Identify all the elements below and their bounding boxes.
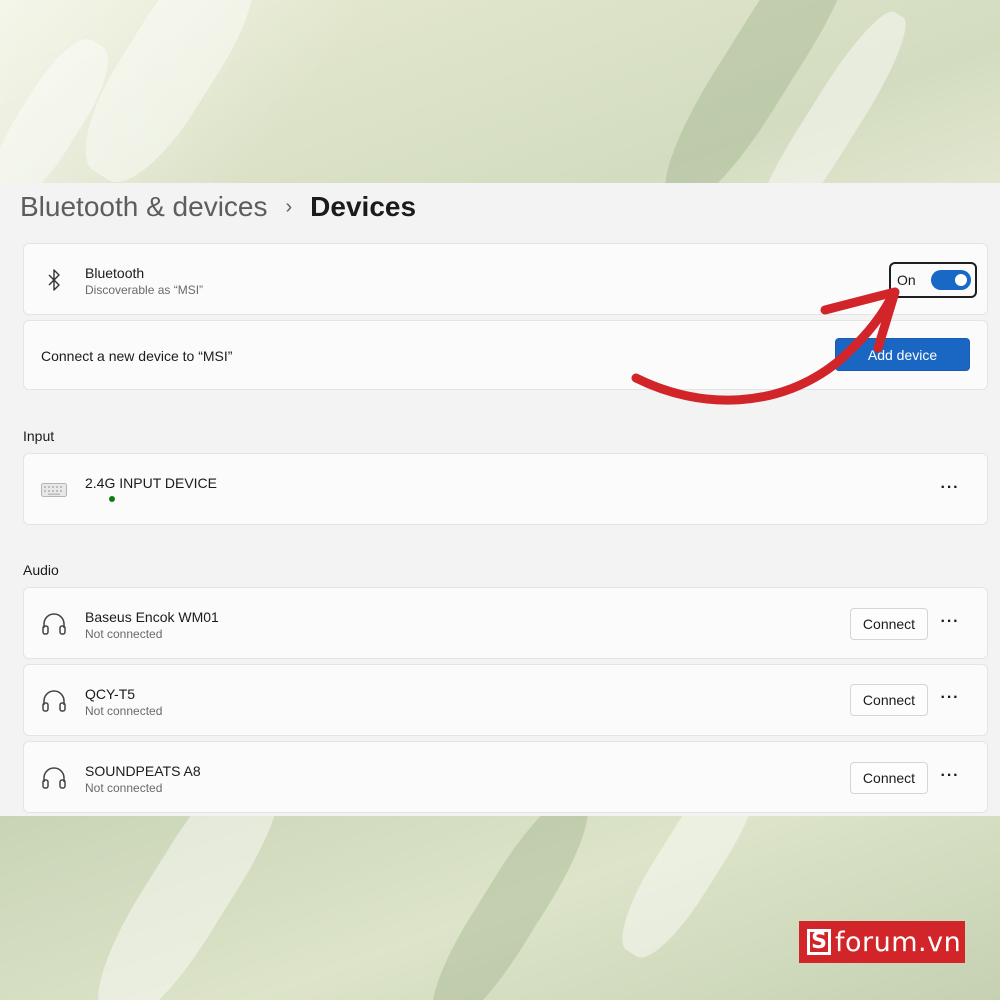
sforum-logo: S forum.vn: [799, 921, 965, 963]
connect-button[interactable]: Connect: [850, 684, 928, 716]
bluetooth-title: Bluetooth: [85, 265, 145, 281]
more-options-button[interactable]: ···: [938, 478, 962, 502]
bluetooth-icon: [40, 266, 68, 294]
keyboard-icon: [40, 476, 68, 504]
connect-button[interactable]: Connect: [850, 608, 928, 640]
connected-status-dot: [109, 496, 115, 502]
more-options-button[interactable]: ···: [938, 612, 962, 636]
audio-section-heading: Audio: [23, 562, 59, 578]
breadcrumb: Bluetooth & devices › Devices: [20, 190, 416, 224]
bluetooth-toggle[interactable]: On: [889, 262, 977, 298]
logo-letter: S: [807, 929, 831, 955]
connect-button[interactable]: Connect: [850, 762, 928, 794]
chevron-right-icon: ›: [285, 195, 293, 218]
device-row-audio[interactable]: Baseus Encok WM01 Not connected: [23, 587, 988, 659]
input-section-heading: Input: [23, 428, 55, 444]
more-options-button[interactable]: ···: [938, 688, 962, 712]
toggle-switch[interactable]: [931, 270, 971, 290]
device-row-audio[interactable]: SOUNDPEATS A8 Not connected: [23, 741, 988, 813]
page-title: Devices: [310, 191, 417, 222]
headphones-icon: [40, 764, 68, 792]
headphones-icon: [40, 687, 68, 715]
device-row-input[interactable]: 2.4G INPUT DEVICE ···: [23, 453, 988, 525]
headphones-icon: [40, 610, 68, 638]
more-options-button[interactable]: ···: [938, 766, 962, 790]
add-device-button[interactable]: Add device: [835, 338, 970, 371]
toggle-knob: [955, 274, 967, 286]
connect-new-device-label: Connect a new device to “MSI”: [41, 348, 233, 364]
toggle-state-label: On: [897, 272, 916, 288]
breadcrumb-parent[interactable]: Bluetooth & devices: [20, 191, 268, 223]
device-status: Not connected: [85, 704, 163, 718]
device-row-audio[interactable]: QCY-T5 Not connected: [23, 664, 988, 736]
device-status: Not connected: [85, 781, 163, 795]
bluetooth-subtitle: Discoverable as “MSI”: [85, 283, 204, 297]
device-status: Not connected: [85, 627, 163, 641]
device-name: QCY-T5: [85, 686, 136, 702]
logo-text: forum.vn: [835, 926, 962, 958]
device-name: 2.4G INPUT DEVICE: [85, 475, 218, 491]
bluetooth-card: Bluetooth Discoverable as “MSI”: [23, 243, 988, 315]
device-name: Baseus Encok WM01: [85, 609, 219, 625]
device-name: SOUNDPEATS A8: [85, 763, 201, 779]
